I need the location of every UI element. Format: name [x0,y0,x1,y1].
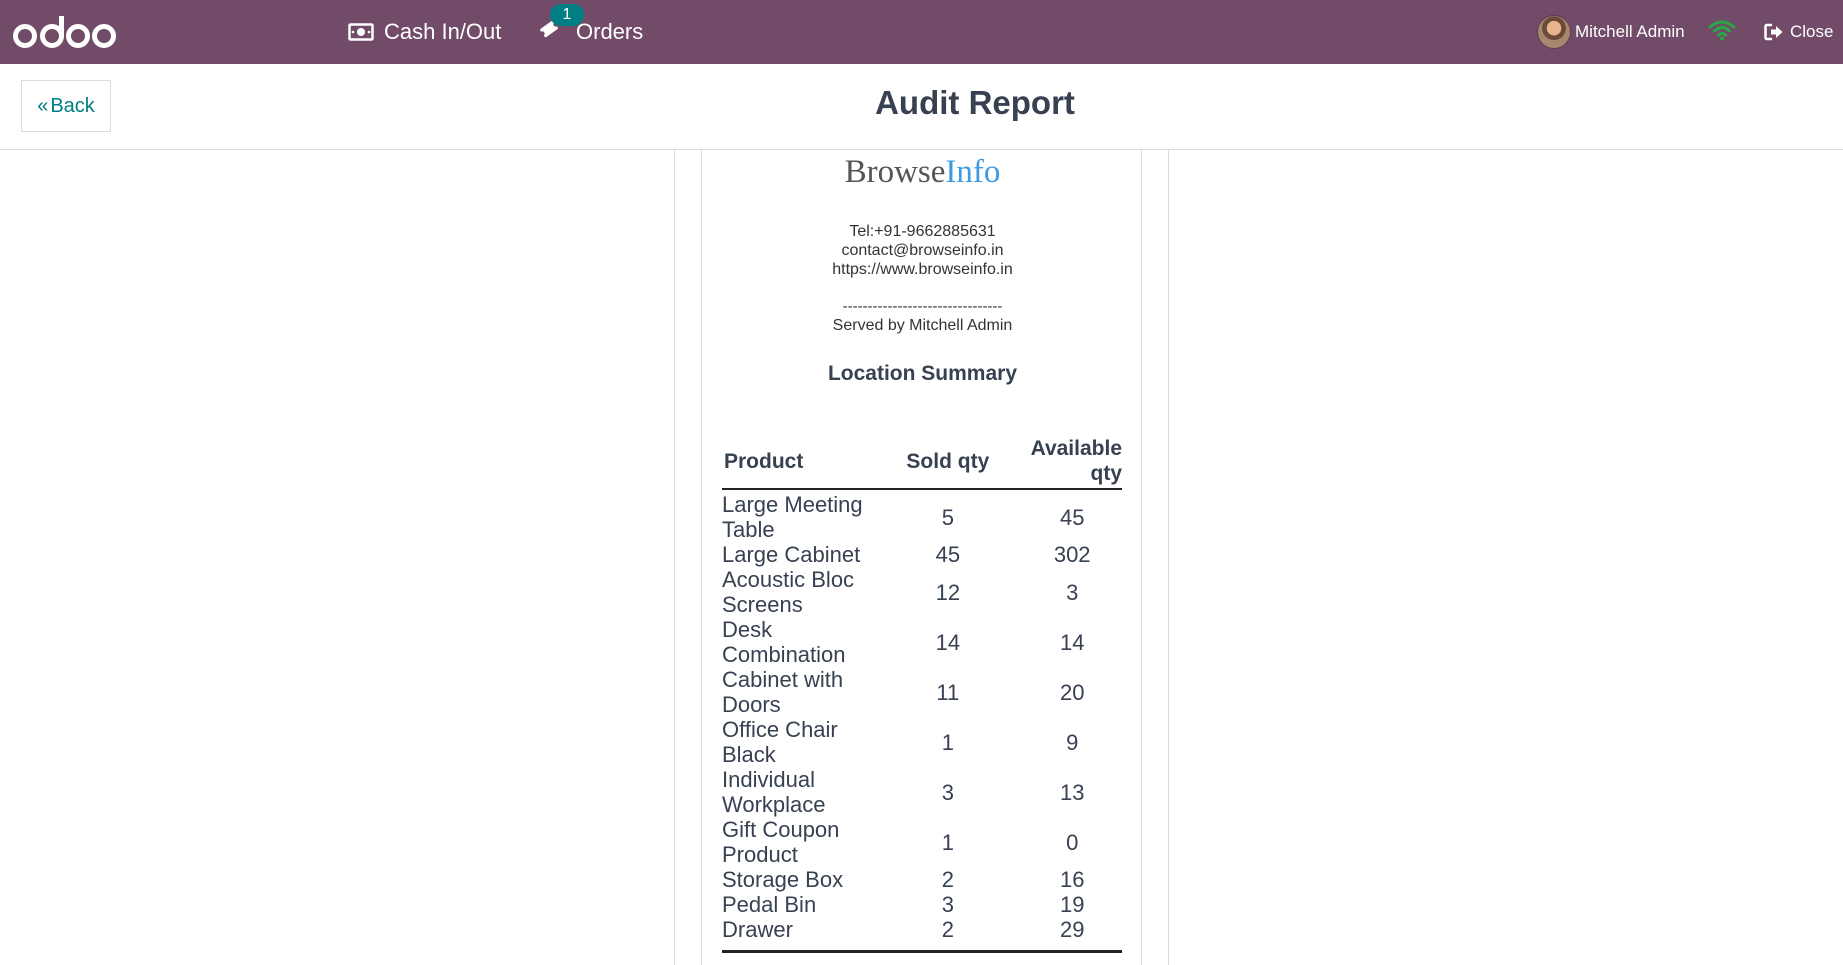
available-qty: 19 [1059,892,1085,917]
avatar [1537,15,1571,49]
table-row: Office Chair Black 1 9 [722,717,1122,767]
sold-qty: 1 [941,829,954,855]
product-name: Large Meeting Table [722,492,863,542]
available-qty: 9 [1066,729,1079,755]
sold-qty: 2 [893,917,1003,953]
user-menu[interactable]: Mitchell Admin [1537,0,1685,64]
table-row: Acoustic Bloc Screens 12 3 [722,567,1122,617]
company-email: contact@browseinfo.in [841,242,1004,259]
served-by: Served by Mitchell Admin [832,317,1013,334]
page-header: « Back Audit Report [0,64,1843,150]
company-contact: Tel:+91-9662885631 contact@browseinfo.in… [702,222,1143,279]
product-name: Desk Combination [722,617,846,667]
sold-qty: 2 [941,867,954,892]
page-title: Audit Report [875,84,1075,121]
audit-receipt: BrowseInfo Tel:+91-9662885631 contact@br… [701,150,1142,965]
sold-qty: 45 [935,542,961,567]
sold-qty: 5 [941,504,954,530]
product-name: Cabinet with Doors [722,667,844,717]
company-logo-part-2: Info [945,154,1001,190]
table-header-row: Product Sold qty Available qty [722,436,1122,490]
available-qty: 0 [1066,829,1079,855]
receipt-separator: -------------------------------- [842,298,1003,315]
product-name: Pedal Bin [722,892,817,917]
available-qty: 45 [1059,504,1085,530]
product-name: Large Cabinet [722,542,861,567]
available-qty: 3 [1066,579,1079,605]
orders-label: Orders [576,19,644,44]
orders-button[interactable]: 1 Orders [538,0,643,64]
cash-in-out-label: Cash In/Out [384,19,502,44]
table-row: Pedal Bin 3 19 [722,892,1122,917]
sold-qty: 3 [941,892,954,917]
table-row: Desk Combination 14 14 [722,617,1122,667]
table-row: Cabinet with Doors 11 20 [722,667,1122,717]
table-row: Drawer 2 29 [722,917,1122,953]
orders-count-badge: 1 [550,4,584,26]
odoo-logo-icon [13,16,116,48]
table-row: Gift Coupon Product 1 0 [722,817,1122,867]
column-header-product: Product [722,436,894,490]
sign-out-icon [1764,23,1783,41]
available-qty: 13 [1059,779,1085,805]
money-bill-icon [348,23,374,41]
section-title: Location Summary [827,362,1018,385]
product-name: Gift Coupon Product [722,817,840,867]
company-website: https://www.browseinfo.in [832,261,1013,278]
table-row: Individual Workplace 3 13 [722,767,1122,817]
product-summary-table: Product Sold qty Available qty Large Mee… [722,436,1122,953]
product-name: Individual Workplace [722,767,826,817]
available-qty: 14 [1059,629,1085,655]
column-header-sold-qty: Sold qty [893,436,1003,490]
available-qty: 20 [1059,679,1085,705]
table-row: Large Meeting Table 5 45 [722,489,1122,542]
product-name: Acoustic Bloc Screens [722,567,855,617]
available-qty: 302 [1053,542,1091,567]
sold-qty: 11 [936,679,960,705]
product-name: Drawer [722,917,894,953]
product-name: Storage Box [722,867,844,892]
close-button[interactable]: Close [1764,0,1833,64]
company-logo-part-1: Browse [844,154,946,190]
odoo-logo [12,12,116,52]
sold-qty: 14 [935,629,961,655]
sold-qty: 1 [941,729,954,755]
orders-icon-wrap: 1 [538,4,584,46]
available-qty: 16 [1059,867,1085,892]
cash-in-out-button[interactable]: Cash In/Out [348,0,501,64]
wifi-icon[interactable] [1708,18,1736,47]
company-logo: BrowseInfo [702,154,1143,191]
available-qty: 29 [1002,917,1122,953]
sold-qty: 12 [935,579,961,605]
close-label: Close [1790,22,1834,41]
table-row: Large Cabinet 45 302 [722,542,1122,567]
top-navbar: Cash In/Out 1 Orders Mitchell Admin Clos… [0,0,1843,64]
table-row: Storage Box 2 16 [722,867,1122,892]
company-phone: Tel:+91-9662885631 [849,223,996,240]
column-header-available-qty: Available qty [1002,436,1122,490]
product-name: Office Chair Black [722,717,838,767]
user-name: Mitchell Admin [1575,22,1685,41]
sold-qty: 3 [941,779,954,805]
